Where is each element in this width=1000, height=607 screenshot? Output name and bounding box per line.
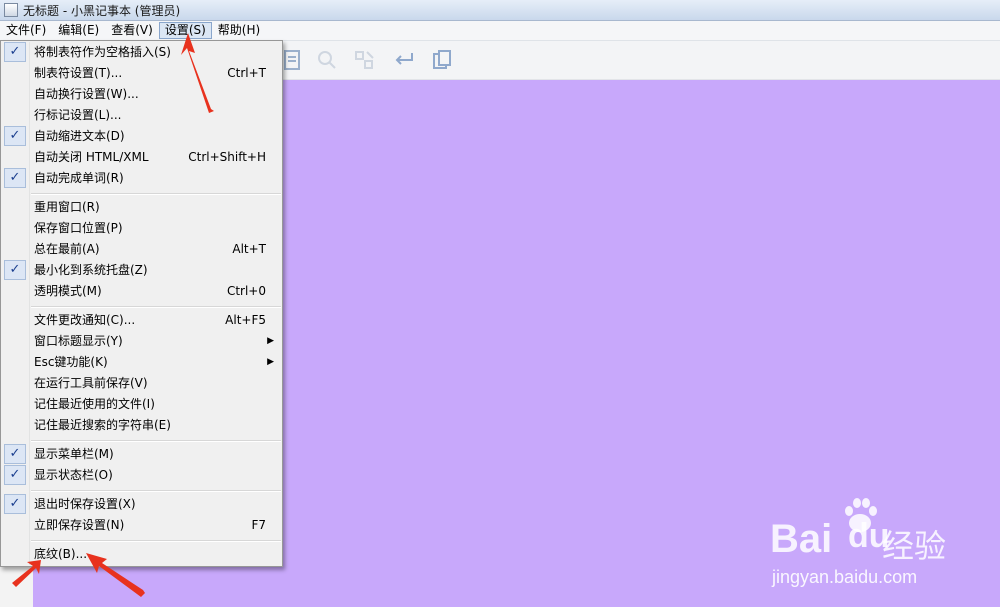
menu-item-window-title-display[interactable]: 窗口标题显示(Y) ▶ — [3, 331, 280, 352]
checkmark-icon: ✓ — [4, 444, 26, 464]
search-icon[interactable] — [315, 48, 339, 72]
menu-item-shading[interactable]: 底纹(B)... — [3, 544, 280, 565]
checkmark-icon: ✓ — [4, 494, 26, 514]
menu-item-esc-function[interactable]: Esc键功能(K) ▶ — [3, 352, 280, 373]
menu-separator — [31, 306, 281, 308]
menu-file[interactable]: 文件(F) — [0, 22, 52, 39]
menu-separator — [31, 490, 281, 492]
menu-item-save-before-tools[interactable]: 在运行工具前保存(V) — [3, 373, 280, 394]
submenu-arrow-icon: ▶ — [267, 357, 274, 367]
menu-item-save-settings-now[interactable]: 立即保存设置(N) F7 — [3, 515, 280, 536]
menu-view[interactable]: 查看(V) — [105, 22, 159, 39]
document-icon[interactable] — [280, 48, 304, 72]
menu-separator — [31, 193, 281, 195]
menu-help[interactable]: 帮助(H) — [212, 22, 266, 39]
menu-separator — [31, 440, 281, 442]
menu-edit[interactable]: 编辑(E) — [52, 22, 105, 39]
menu-item-tab-settings[interactable]: 制表符设置(T)... Ctrl+T — [3, 63, 280, 84]
window-title: 无标题 - 小黑记事本 (管理员) — [23, 3, 181, 18]
checkmark-icon: ✓ — [4, 42, 26, 62]
menu-item-transparent[interactable]: 透明模式(M) Ctrl+0 — [3, 281, 280, 302]
menu-item-line-marker[interactable]: 行标记设置(L)... — [3, 105, 280, 126]
menu-item-wrap-settings[interactable]: 自动换行设置(W)... — [3, 84, 280, 105]
menu-item-save-on-exit[interactable]: ✓ 退出时保存设置(X) — [3, 494, 280, 515]
cards-icon[interactable] — [430, 48, 454, 72]
menu-item-tab-as-spaces[interactable]: ✓ 将制表符作为空格插入(S) — [3, 42, 280, 63]
wrap-icon[interactable] — [392, 48, 416, 72]
menu-item-remember-searches[interactable]: 记住最近搜索的字符串(E) — [3, 415, 280, 436]
checkmark-icon: ✓ — [4, 126, 26, 146]
settings-menu: ✓ 将制表符作为空格插入(S) 制表符设置(T)... Ctrl+T 自动换行设… — [0, 40, 283, 567]
replace-icon[interactable] — [353, 48, 377, 72]
watermark-logo-latin: Bai — [770, 517, 833, 561]
watermark-url: jingyan.baidu.com — [772, 567, 918, 587]
menu-item-reuse-window[interactable]: 重用窗口(R) — [3, 197, 280, 218]
menu-item-always-on-top[interactable]: 总在最前(A) Alt+T — [3, 239, 280, 260]
title-bar: 无标题 - 小黑记事本 (管理员) — [0, 0, 1000, 21]
watermark-logo-cn: 经验 — [882, 527, 947, 565]
menu-item-auto-close-html[interactable]: 自动关闭 HTML/XML Ctrl+Shift+H — [3, 147, 280, 168]
menu-item-minimize-tray[interactable]: ✓ 最小化到系统托盘(Z) — [3, 260, 280, 281]
menu-item-auto-indent[interactable]: ✓ 自动缩进文本(D) — [3, 126, 280, 147]
menu-bar: 文件(F) 编辑(E) 查看(V) 设置(S) 帮助(H) — [0, 21, 1000, 41]
menu-item-file-change-notify[interactable]: 文件更改通知(C)... Alt+F5 — [3, 310, 280, 331]
menu-item-show-menubar[interactable]: ✓ 显示菜单栏(M) — [3, 444, 280, 465]
menu-item-show-statusbar[interactable]: ✓ 显示状态栏(O) — [3, 465, 280, 486]
app-icon — [4, 3, 18, 17]
menu-item-save-window-pos[interactable]: 保存窗口位置(P) — [3, 218, 280, 239]
checkmark-icon: ✓ — [4, 465, 26, 485]
baidu-watermark: Bai du 经验 jingyan.baidu.com — [770, 495, 990, 605]
checkmark-icon: ✓ — [4, 168, 26, 188]
checkmark-icon: ✓ — [4, 260, 26, 280]
submenu-arrow-icon: ▶ — [267, 336, 274, 346]
menu-item-auto-complete[interactable]: ✓ 自动完成单词(R) — [3, 168, 280, 189]
menu-settings[interactable]: 设置(S) — [158, 22, 212, 39]
menu-separator — [31, 540, 281, 542]
menu-item-remember-recent-files[interactable]: 记住最近使用的文件(I) — [3, 394, 280, 415]
